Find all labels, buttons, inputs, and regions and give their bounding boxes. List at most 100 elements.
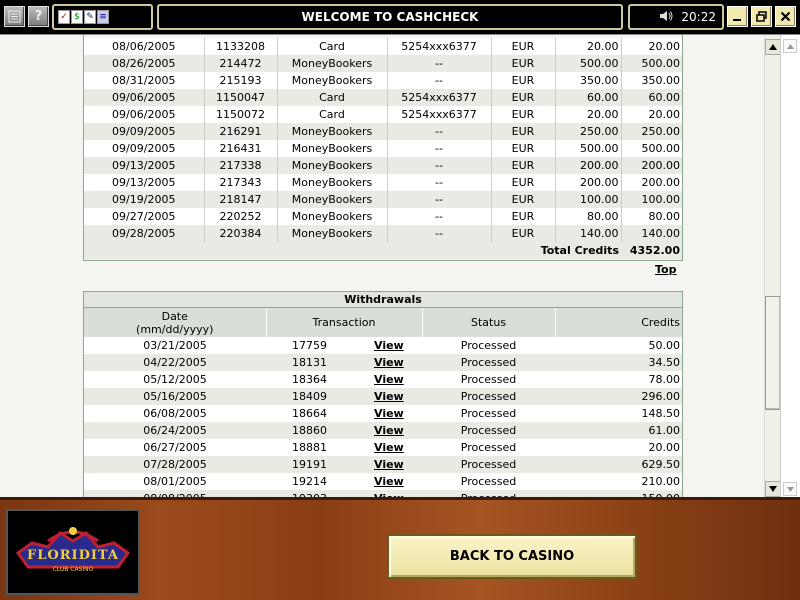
credit-card-cell: -- xyxy=(387,208,492,225)
credit-date-cell: 08/06/2005 xyxy=(84,38,205,55)
withdrawal-date-cell: 08/01/2005 xyxy=(84,473,266,490)
credit-row: 09/27/2005 220252 MoneyBookers -- EUR 80.00 80… xyxy=(84,208,682,225)
credit-card-cell: -- xyxy=(387,191,492,208)
view-link[interactable]: View xyxy=(354,371,422,388)
back-to-casino-button[interactable]: BACK TO CASINO xyxy=(387,534,637,579)
speaker-icon[interactable] xyxy=(659,10,673,25)
credit-date-cell: 09/09/2005 xyxy=(84,140,205,157)
credit-date-cell: 09/13/2005 xyxy=(84,157,205,174)
credit-currency-cell: EUR xyxy=(491,106,556,123)
withdrawal-tx-cell: 18881 xyxy=(266,439,354,456)
view-link[interactable]: View xyxy=(354,388,422,405)
window-title-panel: WELCOME TO CASHCHECK xyxy=(157,4,623,30)
withdrawal-status-cell: Processed xyxy=(422,422,555,439)
view-link[interactable]: View xyxy=(354,405,422,422)
withdrawal-row: 04/22/2005 18131 View Processed 34.50 xyxy=(84,354,682,371)
restore-button[interactable] xyxy=(751,6,772,27)
withdrawal-credits-cell: 20.00 xyxy=(555,439,682,456)
view-link[interactable]: View xyxy=(354,439,422,456)
withdrawal-status-cell: Processed xyxy=(422,439,555,456)
credit-method-cell: MoneyBookers xyxy=(277,72,388,89)
help-icon: ? xyxy=(34,9,43,24)
outer-scroll-down-button[interactable] xyxy=(783,482,797,496)
credit-ref-cell: 214472 xyxy=(204,55,278,72)
options-icon[interactable]: ≡ xyxy=(97,10,109,24)
withdrawal-date-cell: 05/16/2005 xyxy=(84,388,266,405)
withdrawal-status-cell: Processed xyxy=(422,473,555,490)
cashier-icon[interactable]: $ xyxy=(71,10,83,24)
view-link[interactable]: View xyxy=(354,337,422,354)
withdrawal-credits-cell: 210.00 xyxy=(555,473,682,490)
top-link[interactable]: Top xyxy=(655,263,676,276)
credit-amount-cell: 80.00 xyxy=(555,208,622,225)
credit-credits-cell: 250.00 xyxy=(621,123,682,140)
credit-date-cell: 09/06/2005 xyxy=(84,106,205,123)
casino-logo: FLORIDITA CLUB CASINO xyxy=(6,509,140,595)
credit-row: 08/06/2005 1133208 Card 5254xxx6377 EUR 20.00… xyxy=(84,38,682,55)
credit-currency-cell: EUR xyxy=(491,72,556,89)
credit-amount-cell: 140.00 xyxy=(555,225,622,242)
logo-text: FLORIDITA xyxy=(27,548,119,563)
credit-ref-cell: 1133208 xyxy=(204,38,278,55)
credit-currency-cell: EUR xyxy=(491,89,556,106)
view-link[interactable]: View xyxy=(354,473,422,490)
withdrawal-status-cell: Processed xyxy=(422,337,555,354)
credit-ref-cell: 216431 xyxy=(204,140,278,157)
credit-row: 09/13/2005 217343 MoneyBookers -- EUR 200.00 2… xyxy=(84,174,682,191)
withdrawal-tx-cell: 18131 xyxy=(266,354,354,371)
credit-card-cell: -- xyxy=(387,140,492,157)
minimize-button[interactable] xyxy=(727,6,748,27)
credit-ref-cell: 215193 xyxy=(204,72,278,89)
withdrawal-tx-cell: 17759 xyxy=(266,337,354,354)
logo-subtext: CLUB CASINO xyxy=(52,566,94,573)
header-transaction: Transaction xyxy=(266,308,423,337)
view-link[interactable]: View xyxy=(354,354,422,371)
withdrawal-credits-cell: 296.00 xyxy=(555,388,682,405)
vertical-scrollbar[interactable] xyxy=(764,35,781,497)
credit-currency-cell: EUR xyxy=(491,140,556,157)
credit-credits-cell: 500.00 xyxy=(621,55,682,72)
credit-currency-cell: EUR xyxy=(491,174,556,191)
scroll-up-button[interactable] xyxy=(765,39,781,55)
credit-method-cell: Card xyxy=(277,89,388,106)
arrow-up-icon xyxy=(769,44,777,50)
credit-method-cell: MoneyBookers xyxy=(277,140,388,157)
withdrawals-table: Date (mm/dd/yyyy) Transaction Status Cre… xyxy=(84,308,682,497)
credit-credits-cell: 20.00 xyxy=(621,38,682,55)
withdrawal-credits-cell: 34.50 xyxy=(555,354,682,371)
withdrawal-row: 07/28/2005 19191 View Processed 629.50 xyxy=(84,456,682,473)
credit-credits-cell: 500.00 xyxy=(621,140,682,157)
view-link[interactable]: View xyxy=(354,422,422,439)
history-icon[interactable]: ✎ xyxy=(84,10,96,24)
scroll-down-button[interactable] xyxy=(765,481,781,497)
scrollable-page[interactable]: 08/06/2005 1133208 Card 5254xxx6377 EUR 20.00… xyxy=(0,35,764,497)
scrollbar-thumb[interactable] xyxy=(765,296,781,410)
outer-scrollbar-track xyxy=(780,35,800,497)
withdrawal-date-cell: 04/22/2005 xyxy=(84,354,266,371)
credit-row: 09/19/2005 218147 MoneyBookers -- EUR 100.00 1… xyxy=(84,191,682,208)
credit-ref-cell: 217338 xyxy=(204,157,278,174)
withdrawal-row: 06/08/2005 18664 View Processed 148.50 xyxy=(84,405,682,422)
withdrawal-row: 06/27/2005 18881 View Processed 20.00 xyxy=(84,439,682,456)
withdrawal-row: 08/08/200519303ViewProcessed150.00 xyxy=(84,490,682,497)
arrow-down-icon xyxy=(786,486,794,492)
view-link[interactable]: View xyxy=(354,490,422,497)
menu-icon[interactable] xyxy=(4,6,25,27)
credit-method-cell: Card xyxy=(277,38,388,55)
withdrawal-status-cell: Processed xyxy=(422,371,555,388)
withdrawal-credits-cell: 150.00 xyxy=(555,490,682,497)
credit-ref-cell: 220384 xyxy=(204,225,278,242)
withdrawal-date-cell: 08/08/2005 xyxy=(84,490,266,497)
total-credits-value: 4352.00 xyxy=(621,242,682,259)
view-link[interactable]: View xyxy=(354,456,422,473)
withdrawal-credits-cell: 629.50 xyxy=(555,456,682,473)
close-button[interactable] xyxy=(775,6,796,27)
credit-date-cell: 09/13/2005 xyxy=(84,174,205,191)
credit-method-cell: MoneyBookers xyxy=(277,191,388,208)
checklist-icon[interactable]: ✓ xyxy=(58,10,70,24)
credit-amount-cell: 20.00 xyxy=(555,38,622,55)
help-button[interactable]: ? xyxy=(28,6,49,27)
outer-scroll-up-button[interactable] xyxy=(783,39,797,53)
restore-icon xyxy=(756,11,767,22)
credit-ref-cell: 1150047 xyxy=(204,89,278,106)
